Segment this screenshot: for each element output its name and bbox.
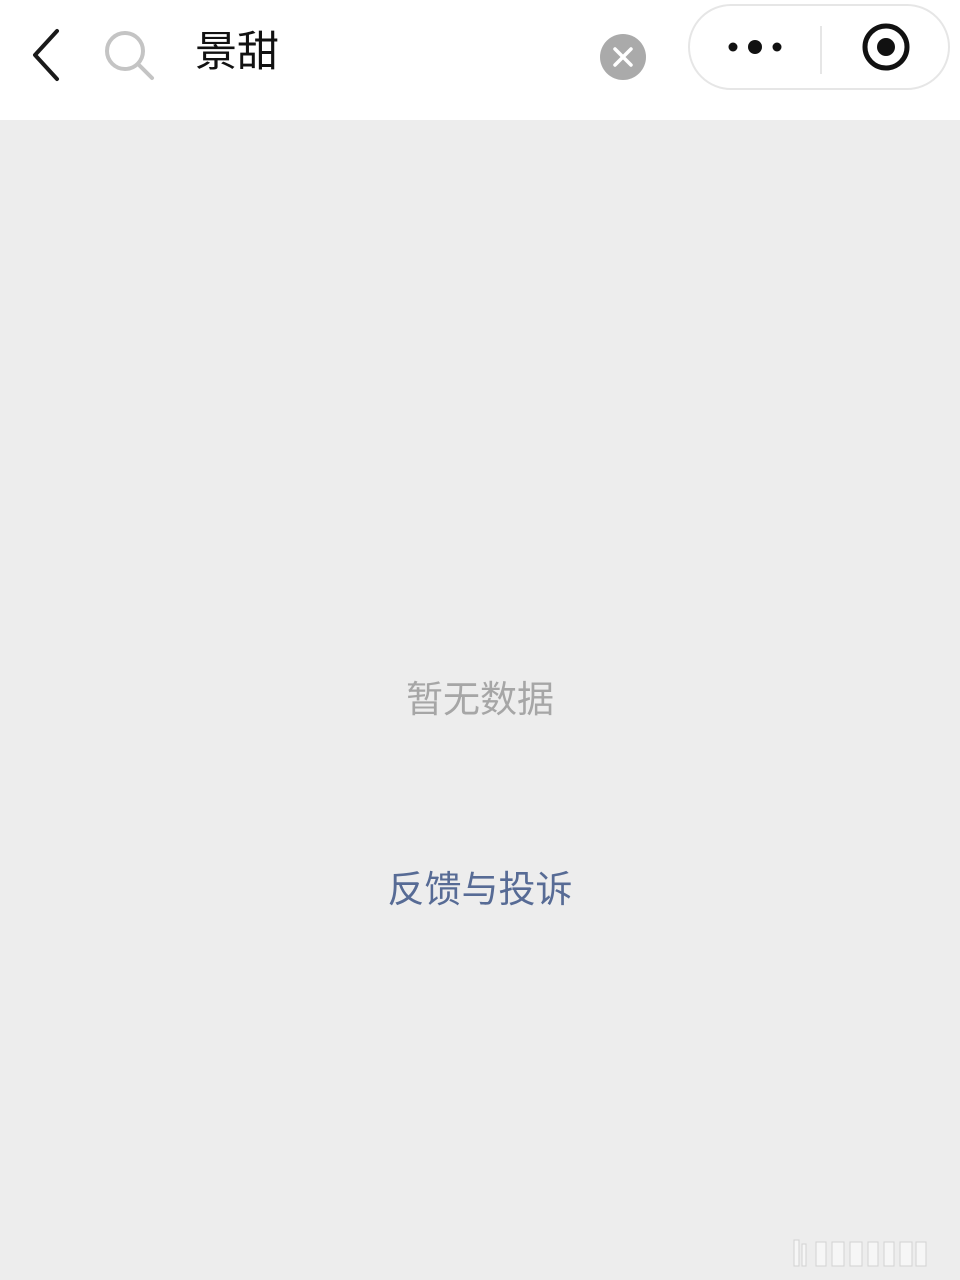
clear-icon <box>613 47 633 67</box>
empty-state-text: 暂无数据 <box>406 678 554 721</box>
top-search-bar <box>0 0 960 120</box>
chevron-left-icon <box>33 29 59 81</box>
feedback-complaint-link[interactable]: 反馈与投诉 <box>330 862 630 918</box>
close-miniprogram-button[interactable] <box>822 6 950 88</box>
miniprogram-capsule <box>688 4 950 90</box>
clear-search-button[interactable] <box>600 34 646 80</box>
target-circle-icon <box>862 23 910 71</box>
more-dots-icon <box>728 40 782 54</box>
search-input[interactable] <box>195 24 575 80</box>
watermark-graphic <box>793 1239 927 1267</box>
search-icon <box>105 31 154 80</box>
more-menu-button[interactable] <box>690 6 820 88</box>
back-button[interactable] <box>20 24 72 86</box>
